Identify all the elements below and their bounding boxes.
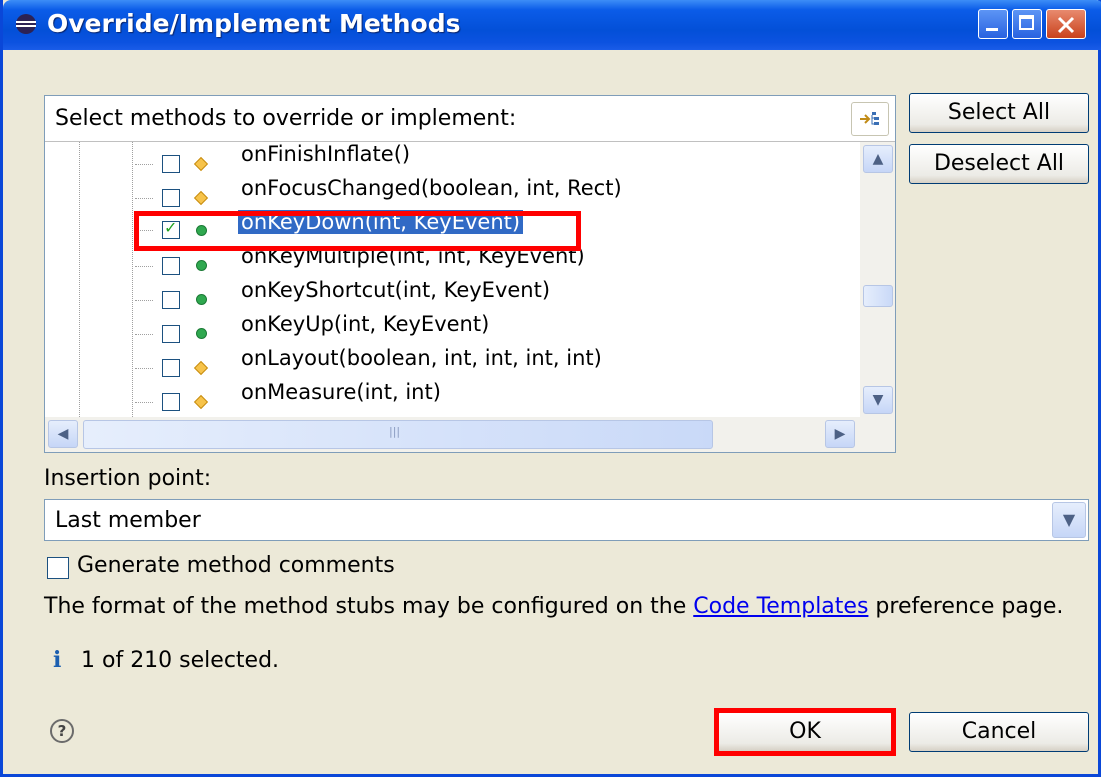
chevron-right-icon: ▶ — [834, 426, 846, 442]
maximize-button[interactable] — [1012, 9, 1042, 39]
grip-icon: ||| — [389, 425, 401, 438]
deselect-all-button[interactable]: Deselect All — [909, 144, 1089, 184]
insertion-point-label: Insertion point: — [44, 466, 212, 491]
insertion-point-value: Last member — [55, 508, 201, 533]
eclipse-icon — [16, 14, 36, 34]
list-item[interactable]: onKeyDown(int, KeyEvent) — [45, 210, 860, 244]
method-name: onKeyMultiple(int, int, KeyEvent) — [241, 244, 585, 268]
method-name: onKeyDown(int, KeyEvent) — [238, 210, 524, 234]
ok-label: OK — [789, 719, 821, 744]
protected-method-icon — [193, 156, 209, 172]
protected-method-icon — [193, 394, 209, 410]
method-name: onFinishInflate() — [241, 142, 411, 166]
vertical-scroll-thumb[interactable] — [863, 285, 893, 307]
method-name: onMeasure(int, int) — [241, 380, 441, 404]
vertical-scrollbar[interactable]: ▲ ▼ — [860, 142, 895, 417]
code-templates-link[interactable]: Code Templates — [693, 594, 868, 619]
format-info-suffix: preference page. — [875, 594, 1064, 619]
generate-comments-label: Generate method comments — [77, 553, 395, 578]
methods-list-header: Select methods to override or implement: — [45, 96, 895, 142]
close-button[interactable] — [1046, 9, 1086, 39]
method-checkbox[interactable] — [162, 325, 180, 343]
title-bar[interactable]: Override/Implement Methods — [3, 0, 1101, 50]
method-name: onKeyShortcut(int, KeyEvent) — [241, 278, 551, 302]
chevron-down-icon: ▼ — [1062, 510, 1076, 529]
method-checkbox[interactable] — [162, 359, 180, 377]
info-icon: i — [53, 647, 62, 673]
method-name: onKeyUp(int, KeyEvent) — [241, 312, 490, 336]
method-checkbox[interactable] — [162, 218, 180, 239]
list-item[interactable]: onKeyUp(int, KeyEvent) — [45, 312, 860, 346]
method-checkbox[interactable] — [162, 291, 180, 309]
methods-list-label: Select methods to override or implement: — [55, 106, 517, 131]
selection-status: 1 of 210 selected. — [81, 648, 280, 673]
dropdown-button[interactable]: ▼ — [1052, 502, 1086, 538]
cancel-label: Cancel — [961, 719, 1037, 744]
protected-method-icon — [193, 190, 209, 206]
list-item[interactable]: onKeyShortcut(int, KeyEvent) — [45, 278, 860, 312]
methods-tree: onFinishInflate() onFocusChanged(boolean… — [45, 142, 860, 510]
public-method-icon — [196, 225, 207, 236]
method-checkbox[interactable] — [162, 257, 180, 275]
select-all-label: Select All — [947, 100, 1051, 125]
ok-button[interactable]: OK — [717, 712, 893, 752]
method-checkbox[interactable] — [162, 155, 180, 173]
method-name: onFocusChanged(boolean, int, Rect) — [241, 176, 622, 200]
select-all-button[interactable]: Select All — [909, 93, 1089, 133]
method-checkbox[interactable] — [162, 189, 180, 207]
generate-comments-checkbox[interactable] — [47, 557, 69, 579]
public-method-icon — [196, 260, 207, 271]
horizontal-scroll-thumb[interactable]: ||| — [83, 420, 713, 449]
list-item[interactable]: onKeyMultiple(int, int, KeyEvent) — [45, 244, 860, 278]
method-checkbox[interactable] — [162, 393, 180, 411]
sort-button[interactable] — [851, 102, 889, 136]
chevron-down-icon: ▼ — [872, 392, 884, 408]
help-icon[interactable]: ? — [50, 719, 74, 743]
sort-icon — [860, 112, 879, 125]
scroll-right-button[interactable]: ▶ — [825, 420, 855, 448]
horizontal-scrollbar[interactable]: ◀ ||| ▶ — [45, 417, 895, 452]
maximize-icon — [1019, 15, 1034, 30]
format-info-prefix: The format of the method stubs may be co… — [44, 594, 687, 619]
scroll-down-button[interactable]: ▼ — [863, 386, 893, 414]
public-method-icon — [196, 328, 207, 339]
scroll-up-button[interactable]: ▲ — [863, 145, 893, 173]
window-title: Override/Implement Methods — [47, 9, 461, 38]
method-name: onLayout(boolean, int, int, int, int) — [241, 346, 602, 370]
insertion-point-select[interactable]: Last member ▼ — [44, 499, 1089, 541]
close-icon — [1057, 16, 1075, 34]
minimize-icon — [986, 28, 998, 31]
list-item[interactable]: onFocusChanged(boolean, int, Rect) — [45, 176, 860, 210]
methods-list[interactable]: Select methods to override or implement:… — [44, 95, 896, 453]
cancel-button[interactable]: Cancel — [909, 712, 1089, 752]
list-item[interactable]: onMeasure(int, int) — [45, 380, 860, 414]
dialog-window: Override/Implement Methods Select method… — [0, 0, 1101, 777]
chevron-left-icon: ◀ — [57, 426, 69, 442]
list-item[interactable]: onFinishInflate() — [45, 142, 860, 176]
public-method-icon — [196, 294, 207, 305]
list-item[interactable]: onLayout(boolean, int, int, int, int) — [45, 346, 860, 380]
chevron-up-icon: ▲ — [872, 151, 884, 167]
format-info-text: The format of the method stubs may be co… — [44, 594, 1063, 619]
deselect-all-label: Deselect All — [933, 151, 1065, 176]
protected-method-icon — [193, 360, 209, 376]
scroll-left-button[interactable]: ◀ — [48, 420, 78, 448]
minimize-button[interactable] — [978, 9, 1008, 39]
